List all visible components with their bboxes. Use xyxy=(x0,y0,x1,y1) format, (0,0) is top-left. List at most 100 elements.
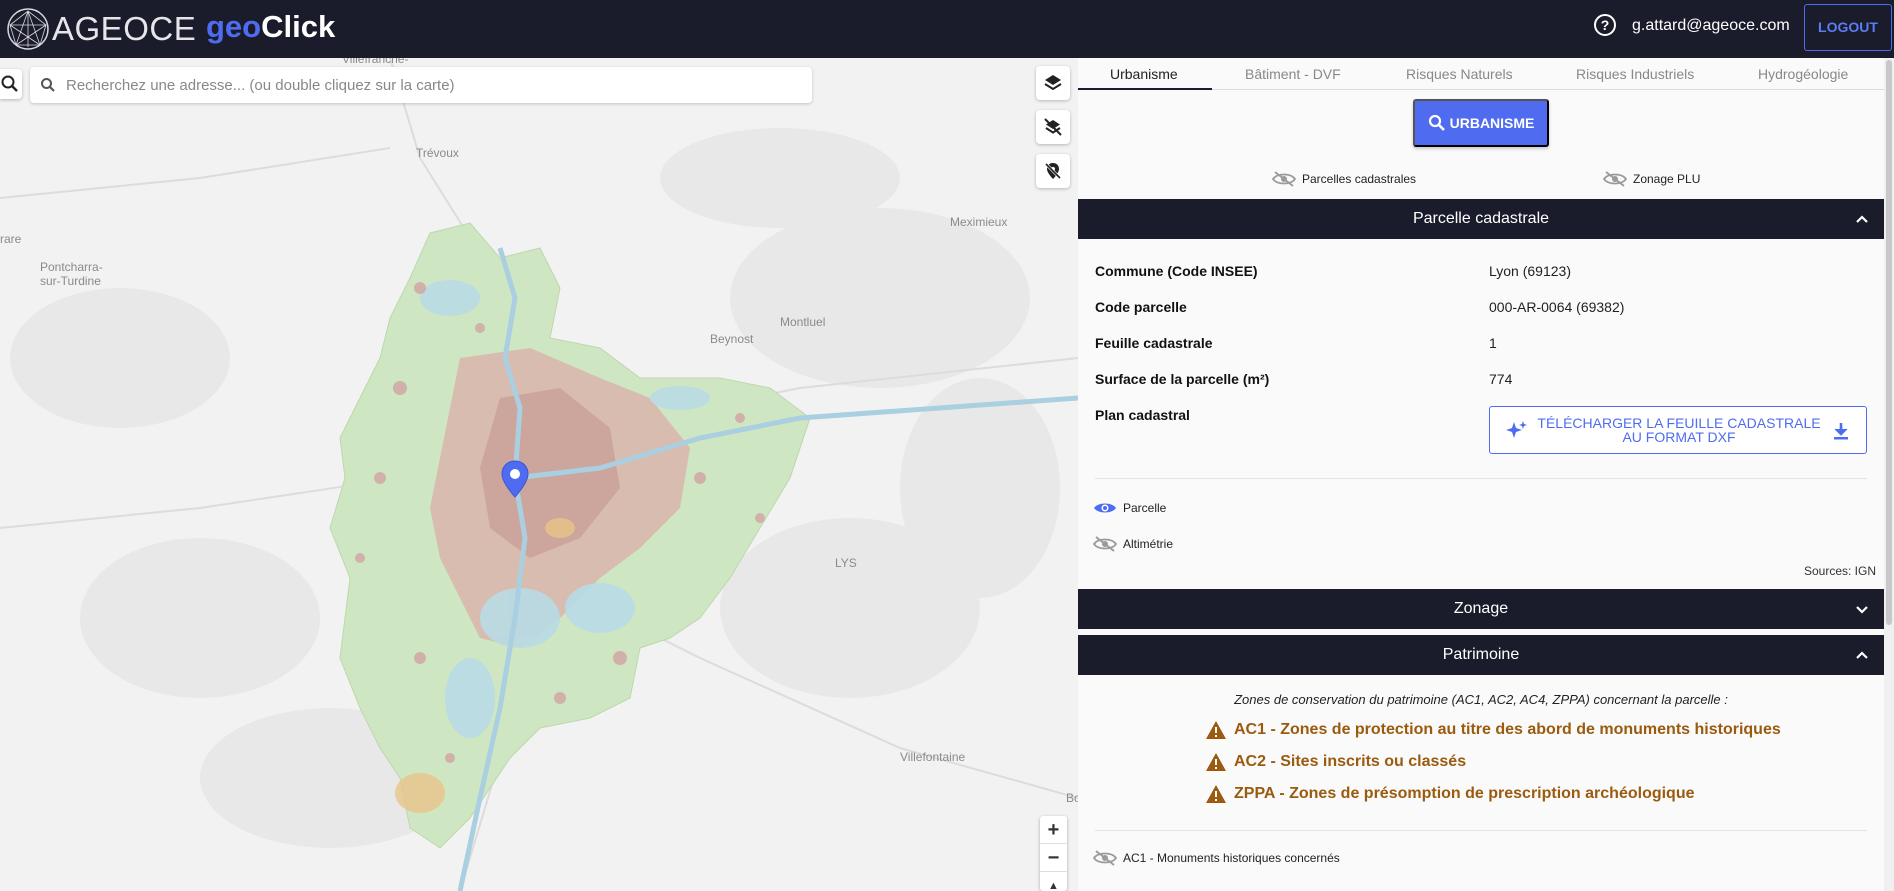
toggle-monuments-historiques[interactable]: AC1 - Monuments historiques concernés xyxy=(1093,850,1340,866)
search-icon xyxy=(1428,114,1445,131)
map-view[interactable]: Villefranche- Trévoux rare Pontcharra- s… xyxy=(0,58,1078,891)
download-dxf-button[interactable]: TÉLÉCHARGER LA FEUILLE CADASTRALE AU FOR… xyxy=(1489,406,1867,454)
section-patrimoine-header[interactable]: Patrimoine xyxy=(1078,635,1884,675)
active-tab-indicator xyxy=(1078,88,1212,90)
eye-off-icon xyxy=(1093,850,1117,866)
zoom-controls: + − ▲ xyxy=(1040,816,1067,891)
scrollbar-thumb[interactable] xyxy=(1886,60,1892,625)
search-input[interactable] xyxy=(66,73,786,97)
map-label-sur-turdine: sur-Turdine xyxy=(40,274,101,288)
warning-zppa-text: ZPPA - Zones de présomption de prescript… xyxy=(1234,785,1695,802)
tab-risques-naturels[interactable]: Risques Naturels xyxy=(1406,66,1513,82)
layers-off-icon xyxy=(1044,118,1062,136)
toggle-altimetrie[interactable]: Altimétrie xyxy=(1093,536,1173,552)
sparkle-icon xyxy=(1506,421,1527,438)
urbanisme-button-label: URBANISME xyxy=(1449,115,1535,131)
map-label-beynost: Beynost xyxy=(710,332,754,346)
map-label-lys: LYS xyxy=(835,556,857,570)
address-search-bar[interactable] xyxy=(30,67,812,103)
brand-geo: geo xyxy=(206,9,262,44)
toggle-parcelle-label: Parcelle xyxy=(1123,501,1167,515)
zoom-out-button[interactable]: − xyxy=(1040,844,1067,872)
tab-risques-industriels[interactable]: Risques Industriels xyxy=(1576,66,1694,82)
patrimoine-intro: Zones de conservation du patrimoine (AC1… xyxy=(1234,692,1728,707)
search-zoom-icon xyxy=(1,75,18,92)
map-label-pontcharra: Pontcharra- xyxy=(40,260,103,274)
map-label-meximieux: Meximieux xyxy=(950,215,1008,229)
zoom-in-button[interactable]: + xyxy=(1040,816,1067,844)
eye-off-icon xyxy=(1272,171,1296,187)
section-parcelle-title: Parcelle cadastrale xyxy=(1412,210,1550,227)
map-label-villefontaine: Villefontaine xyxy=(900,750,966,764)
map-canvas[interactable] xyxy=(0,58,1078,891)
user-email: g.attard@ageoce.com xyxy=(1632,17,1790,34)
search-icon xyxy=(41,78,55,92)
compass-button[interactable]: ▲ xyxy=(1040,872,1067,891)
globe-logo-icon xyxy=(7,8,49,50)
location-marker-icon[interactable] xyxy=(501,460,529,498)
divider xyxy=(1095,478,1867,479)
logout-button[interactable]: LOGOUT xyxy=(1804,4,1892,51)
panel-scrollbar[interactable] xyxy=(1884,58,1894,891)
tab-hydrogeologie[interactable]: Hydrogéologie xyxy=(1758,66,1848,82)
tab-batiment-dvf[interactable]: Bâtiment - DVF xyxy=(1245,66,1341,82)
map-label-bo: Bo xyxy=(1066,791,1078,805)
hide-layers-button[interactable] xyxy=(1036,110,1070,144)
chevron-down-icon xyxy=(1856,606,1868,614)
download-dxf-label: TÉLÉCHARGER LA FEUILLE CADASTRALE AU FOR… xyxy=(1537,415,1821,445)
chevron-up-icon xyxy=(1856,215,1868,223)
layers-icon xyxy=(1044,75,1062,91)
chevron-up-icon xyxy=(1856,651,1868,659)
warning-ac1-text: AC1 - Zones de protection au titre des a… xyxy=(1234,721,1781,738)
warning-ac1: AC1 - Zones de protection au titre des a… xyxy=(1205,720,1781,740)
tab-urbanisme[interactable]: Urbanisme xyxy=(1110,66,1178,82)
search-toggle-button[interactable] xyxy=(0,69,22,99)
divider xyxy=(1095,830,1867,831)
label-commune: Commune (Code INSEE) xyxy=(1095,263,1258,279)
value-surface: 774 xyxy=(1489,371,1513,387)
value-code-parcelle: 000-AR-0064 (69382) xyxy=(1489,299,1625,315)
info-panel: Urbanisme Bâtiment - DVF Risques Naturel… xyxy=(1078,58,1894,891)
warning-icon xyxy=(1206,785,1226,803)
toggle-parcelles-label: Parcelles cadastrales xyxy=(1302,172,1417,186)
eye-off-icon xyxy=(1093,536,1117,552)
panel-tabs: Urbanisme Bâtiment - DVF Risques Naturel… xyxy=(1078,58,1884,90)
top-header: AGEOCE geoClick ? g.attard@ageoce.com LO… xyxy=(0,0,1894,58)
map-label-rare: rare xyxy=(0,232,22,246)
section-zonage-header[interactable]: Zonage xyxy=(1078,589,1884,629)
ageoce-logo[interactable]: AGEOCE xyxy=(6,6,196,52)
label-surface: Surface de la parcelle (m²) xyxy=(1095,371,1270,387)
app-brand: geoClick xyxy=(206,9,335,45)
remove-marker-button[interactable] xyxy=(1036,154,1070,188)
label-code-parcelle: Code parcelle xyxy=(1095,299,1187,315)
warning-zppa: ZPPA - Zones de présomption de prescript… xyxy=(1205,784,1695,804)
urbanisme-search-button[interactable]: URBANISME xyxy=(1413,99,1549,147)
help-icon[interactable]: ? xyxy=(1594,14,1616,36)
toggle-monuments-label: AC1 - Monuments historiques concernés xyxy=(1123,851,1340,865)
section-parcelle-header[interactable]: Parcelle cadastrale xyxy=(1078,199,1884,239)
section-zonage-title: Zonage xyxy=(1453,600,1509,617)
location-off-icon xyxy=(1044,162,1062,180)
toggle-zonage-label: Zonage PLU xyxy=(1633,172,1701,186)
label-feuille: Feuille cadastrale xyxy=(1095,335,1213,351)
toggle-altimetrie-label: Altimétrie xyxy=(1123,537,1174,551)
map-label-montluel: Montluel xyxy=(780,315,826,329)
toggle-parcelles-cadastrales[interactable]: Parcelles cadastrales xyxy=(1272,171,1416,187)
map-label-trevoux: Trévoux xyxy=(416,146,459,160)
warning-ac2-text: AC2 - Sites inscrits ou classés xyxy=(1234,753,1467,770)
layers-button[interactable] xyxy=(1036,66,1070,100)
section-patrimoine-title: Patrimoine xyxy=(1442,646,1520,663)
label-plan-cadastral: Plan cadastral xyxy=(1095,407,1190,423)
sources-note: Sources: IGN xyxy=(1803,564,1876,578)
eye-icon xyxy=(1094,503,1116,513)
value-feuille: 1 xyxy=(1489,335,1497,351)
map-label-villefranche: Villefranche- xyxy=(342,58,409,66)
toggle-parcelle[interactable]: Parcelle xyxy=(1093,500,1166,516)
warning-icon xyxy=(1206,721,1226,739)
warning-icon xyxy=(1206,753,1226,771)
toggle-zonage-plu[interactable]: Zonage PLU xyxy=(1603,171,1700,187)
warning-ac2: AC2 - Sites inscrits ou classés xyxy=(1205,752,1466,772)
value-commune: Lyon (69123) xyxy=(1489,263,1571,279)
eye-off-icon xyxy=(1603,171,1627,187)
download-icon xyxy=(1834,423,1848,440)
